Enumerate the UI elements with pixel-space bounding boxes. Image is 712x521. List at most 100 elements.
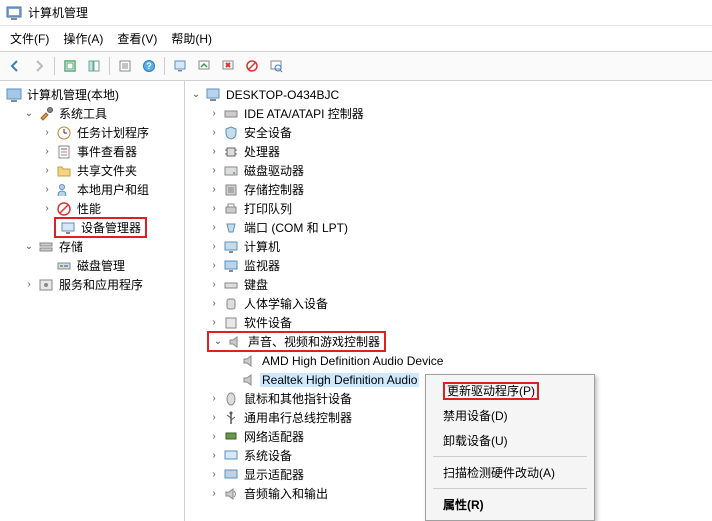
system-tools-label: 系统工具: [57, 105, 109, 122]
context-menu: 更新驱动程序(P) 禁用设备(D) 卸载设备(U) 扫描检测硬件改动(A) 属性…: [425, 374, 595, 521]
expand-icon[interactable]: ›: [207, 221, 221, 235]
monitors[interactable]: ›监视器: [205, 256, 710, 275]
separator: [54, 57, 55, 75]
sysdev-icon: [223, 448, 239, 464]
storage[interactable]: ⌄存储: [20, 237, 182, 256]
expand-icon[interactable]: ›: [40, 126, 54, 140]
expand-icon[interactable]: ›: [207, 126, 221, 140]
devmgr-icon: [60, 220, 76, 236]
expand-icon[interactable]: ›: [40, 145, 54, 159]
expand-icon[interactable]: ›: [40, 164, 54, 178]
show-hide-button[interactable]: [83, 55, 105, 77]
software-devices[interactable]: ›软件设备: [205, 313, 710, 332]
hid[interactable]: ›人体学输入设备: [205, 294, 710, 313]
uninstall-button[interactable]: [217, 55, 239, 77]
expand-icon[interactable]: ›: [207, 392, 221, 406]
expand-icon[interactable]: ›: [207, 278, 221, 292]
expand-icon[interactable]: ›: [207, 316, 221, 330]
separator: [109, 57, 110, 75]
expand-icon[interactable]: ›: [207, 411, 221, 425]
sound-icon: [227, 334, 243, 350]
ide-controllers[interactable]: ›IDE ATA/ATAPI 控制器: [205, 104, 710, 123]
speaker-icon: [241, 372, 257, 388]
collapse-icon[interactable]: ⌄: [22, 107, 36, 121]
menu-separator: [433, 488, 587, 489]
expand-icon[interactable]: ›: [40, 202, 54, 216]
shield-icon: [223, 125, 239, 141]
menu-action[interactable]: 操作(A): [57, 28, 109, 49]
ctx-update-driver[interactable]: 更新驱动程序(P): [429, 378, 591, 403]
computer-icon: [205, 87, 221, 103]
disk-drives[interactable]: ›磁盘驱动器: [205, 161, 710, 180]
ctx-properties[interactable]: 属性(R): [429, 492, 591, 517]
device-manager[interactable]: 设备管理器: [38, 218, 182, 237]
up-button[interactable]: [59, 55, 81, 77]
expand-icon[interactable]: ›: [207, 468, 221, 482]
hid-icon: [223, 296, 239, 312]
ide-icon: [223, 106, 239, 122]
keyboards[interactable]: ›键盘: [205, 275, 710, 294]
help-button[interactable]: ?: [138, 55, 160, 77]
shared-folders[interactable]: ›共享文件夹: [38, 161, 182, 180]
storage-controllers[interactable]: ›存储控制器: [205, 180, 710, 199]
collapse-icon[interactable]: ⌄: [189, 88, 203, 102]
expand-icon[interactable]: ›: [207, 202, 221, 216]
port-icon: [223, 220, 239, 236]
event-icon: [56, 144, 72, 160]
expand-icon[interactable]: ›: [207, 107, 221, 121]
expand-icon[interactable]: ›: [207, 183, 221, 197]
audio-icon: [223, 486, 239, 502]
scan-button[interactable]: [265, 55, 287, 77]
collapse-icon[interactable]: ⌄: [211, 335, 225, 349]
menu-help[interactable]: 帮助(H): [165, 28, 218, 49]
expand-icon[interactable]: ›: [22, 278, 36, 292]
speaker-icon: [241, 353, 257, 369]
ports[interactable]: ›端口 (COM 和 LPT): [205, 218, 710, 237]
local-users[interactable]: ›本地用户和组: [38, 180, 182, 199]
soft-icon: [223, 315, 239, 331]
processors[interactable]: ›处理器: [205, 142, 710, 161]
expand-icon[interactable]: ›: [207, 259, 221, 273]
menu-file[interactable]: 文件(F): [4, 28, 55, 49]
expand-icon[interactable]: ›: [207, 145, 221, 159]
expand-icon[interactable]: ›: [207, 430, 221, 444]
services-icon: [38, 277, 54, 293]
security-devices[interactable]: ›安全设备: [205, 123, 710, 142]
window-title: 计算机管理: [28, 4, 88, 21]
expand-icon[interactable]: ›: [207, 240, 221, 254]
desktop-root[interactable]: ⌄DESKTOP-O434BJC: [187, 85, 710, 104]
disable-button[interactable]: [241, 55, 263, 77]
mgmt-root[interactable]: 计算机管理(本地): [2, 85, 182, 104]
gpu-icon: [223, 467, 239, 483]
separator: [164, 57, 165, 75]
event-viewer[interactable]: ›事件查看器: [38, 142, 182, 161]
menu-view[interactable]: 查看(V): [111, 28, 163, 49]
sound-controllers[interactable]: ⌄声音、视频和游戏控制器: [205, 332, 710, 351]
expand-icon[interactable]: ›: [207, 297, 221, 311]
properties-button[interactable]: [114, 55, 136, 77]
task-scheduler[interactable]: ›任务计划程序: [38, 123, 182, 142]
expand-icon[interactable]: ›: [207, 449, 221, 463]
titlebar: 计算机管理: [0, 0, 712, 26]
forward-button[interactable]: [28, 55, 50, 77]
ctx-disable-device[interactable]: 禁用设备(D): [429, 403, 591, 428]
ctx-scan-hardware[interactable]: 扫描检测硬件改动(A): [429, 460, 591, 485]
performance[interactable]: ›性能: [38, 199, 182, 218]
system-tools[interactable]: ⌄ 系统工具: [20, 104, 182, 123]
expand-icon[interactable]: ›: [40, 183, 54, 197]
computers[interactable]: ›计算机: [205, 237, 710, 256]
computer-button[interactable]: [169, 55, 191, 77]
back-button[interactable]: [4, 55, 26, 77]
collapse-icon[interactable]: ⌄: [22, 240, 36, 254]
ctx-uninstall-device[interactable]: 卸载设备(U): [429, 428, 591, 453]
keyboard-icon: [223, 277, 239, 293]
print-queues[interactable]: ›打印队列: [205, 199, 710, 218]
expand-icon[interactable]: ›: [207, 164, 221, 178]
amd-audio[interactable]: AMD High Definition Audio Device: [223, 351, 710, 370]
expand-icon[interactable]: ›: [207, 487, 221, 501]
users-icon: [56, 182, 72, 198]
disk-management[interactable]: 磁盘管理: [38, 256, 182, 275]
hdd-icon: [223, 163, 239, 179]
services-apps[interactable]: ›服务和应用程序: [20, 275, 182, 294]
update-button[interactable]: [193, 55, 215, 77]
